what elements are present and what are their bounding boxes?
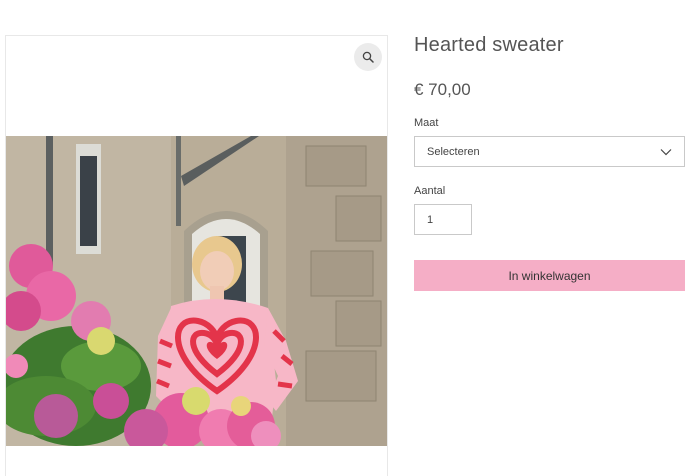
product-price: € 70,00 [414,80,471,99]
product-title: Hearted sweater [414,34,564,56]
zoom-button[interactable] [354,43,382,71]
chevron-down-icon [660,149,672,156]
add-to-cart-button[interactable]: In winkelwagen [414,260,685,291]
size-select-value: Selecteren [427,145,480,158]
magnifier-icon [362,51,374,63]
product-image[interactable] [6,136,387,446]
size-label: Maat [414,117,439,129]
quantity-input[interactable] [414,204,472,235]
product-gallery [5,35,388,476]
quantity-label: Aantal [414,185,446,197]
size-select[interactable]: Selecteren [414,136,685,167]
